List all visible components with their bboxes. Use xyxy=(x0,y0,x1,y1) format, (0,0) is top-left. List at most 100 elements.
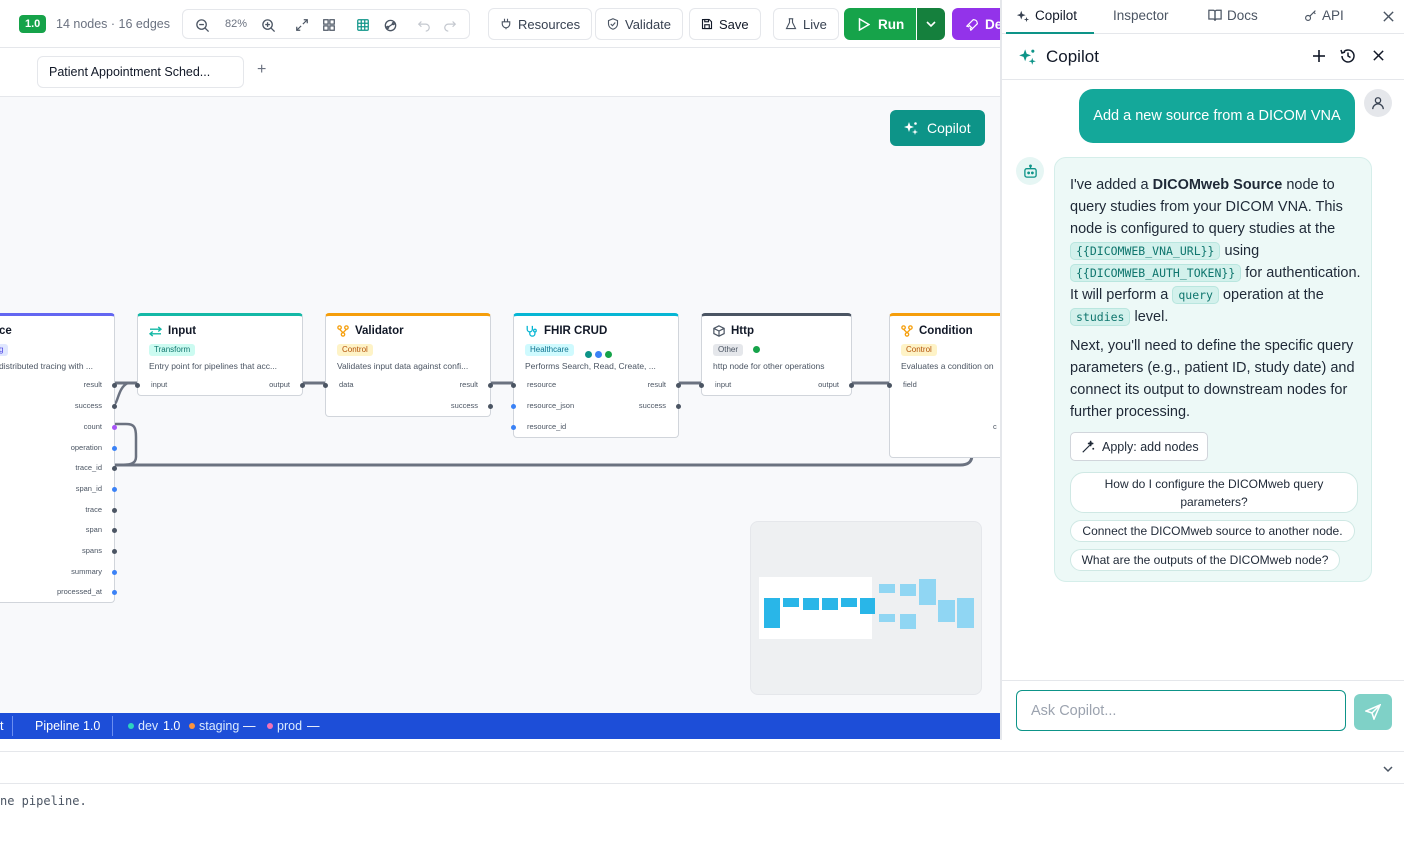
node-title-label: Http xyxy=(731,325,754,337)
send-button[interactable] xyxy=(1354,694,1392,730)
close-icon[interactable] xyxy=(1382,10,1395,23)
table-icon[interactable] xyxy=(354,16,372,34)
live-button[interactable]: Live xyxy=(773,8,839,40)
port-handle[interactable] xyxy=(112,383,117,388)
pipeline-version[interactable]: Pipeline 1.0 xyxy=(35,719,100,733)
port-handle[interactable] xyxy=(699,383,704,388)
port-handle[interactable] xyxy=(112,508,117,513)
port-label: summary xyxy=(71,567,102,576)
tab-api[interactable]: API xyxy=(1304,8,1344,23)
book-icon xyxy=(1208,9,1222,21)
port-handle[interactable] xyxy=(112,425,117,430)
port-label: field xyxy=(903,380,917,389)
status-left-text: t xyxy=(0,719,4,733)
edge[interactable] xyxy=(114,454,974,467)
node-validator[interactable]: Validator Control Validates input data a… xyxy=(323,313,493,417)
env-prod-label[interactable]: prod xyxy=(277,719,302,733)
user-avatar xyxy=(1364,89,1392,117)
live-label: Live xyxy=(803,16,827,32)
apply-add-nodes-button[interactable]: Apply: add nodes xyxy=(1070,432,1208,461)
ask-copilot-input[interactable] xyxy=(1016,690,1346,731)
suggestion-chip[interactable]: What are the outputs of the DICOMweb nod… xyxy=(1070,549,1340,571)
port-handle[interactable] xyxy=(488,404,493,409)
port-label: span xyxy=(85,525,102,534)
zoom-out-icon[interactable] xyxy=(193,16,211,34)
tab-inspector[interactable]: Inspector xyxy=(1113,8,1169,23)
node-name-emphasis: DICOMweb Source xyxy=(1152,177,1283,193)
redo-icon[interactable] xyxy=(441,16,459,34)
port-handle[interactable] xyxy=(676,383,681,388)
run-button[interactable]: Run xyxy=(844,8,916,40)
port-handle[interactable] xyxy=(488,383,493,388)
node-source[interactable]: ce g distributed tracing with ... result… xyxy=(0,313,117,603)
version-badge: 1.0 xyxy=(19,15,47,33)
port-handle[interactable] xyxy=(323,383,328,388)
validate-button[interactable]: Validate xyxy=(595,8,684,40)
edge[interactable] xyxy=(114,422,138,467)
node-fhir-crud[interactable]: FHIR CRUD Healthcare Performs Search, Re… xyxy=(511,313,681,438)
close-icon[interactable] xyxy=(1372,49,1385,62)
tab-copilot[interactable]: Copilot xyxy=(1016,8,1077,23)
save-button[interactable]: Save xyxy=(689,8,761,40)
resources-button[interactable]: Resources xyxy=(488,8,593,40)
suggestion-chip[interactable]: Connect the DICOMweb source to another n… xyxy=(1070,520,1355,542)
plus-icon[interactable] xyxy=(1312,49,1326,63)
status-dot xyxy=(753,346,760,353)
port-handle[interactable] xyxy=(112,570,117,575)
port-handle[interactable] xyxy=(511,383,516,388)
node-http[interactable]: Http Other http node for other operation… xyxy=(699,313,854,396)
node-description: http node for other operations xyxy=(713,361,825,371)
port-handle[interactable] xyxy=(112,404,117,409)
zoom-level: 82% xyxy=(225,18,248,30)
node-input[interactable]: Input Transform Entry point for pipeline… xyxy=(135,313,305,396)
send-icon xyxy=(1365,704,1381,720)
port-label: c xyxy=(993,422,997,431)
tab-label: Inspector xyxy=(1113,8,1169,23)
env-dev-label[interactable]: dev xyxy=(138,719,158,733)
port-handle[interactable] xyxy=(511,404,516,409)
port-label: input xyxy=(715,380,732,389)
tab-pipeline[interactable]: Patient Appointment Sched... xyxy=(37,56,244,88)
port-handle[interactable] xyxy=(676,404,681,409)
tab-docs[interactable]: Docs xyxy=(1208,8,1258,23)
run-options-button[interactable] xyxy=(917,8,945,40)
undo-icon[interactable] xyxy=(415,16,433,34)
port-handle[interactable] xyxy=(300,383,305,388)
zoom-in-icon[interactable] xyxy=(259,16,277,34)
port-handle[interactable] xyxy=(112,528,117,533)
layout-grid-icon[interactable] xyxy=(320,16,338,34)
node-condition[interactable]: Condition Control Evaluates a condition … xyxy=(887,313,1000,458)
port-label: processed_at xyxy=(56,587,102,596)
minimap[interactable] xyxy=(750,521,982,695)
port-handle[interactable] xyxy=(112,590,117,595)
top-toolbar: 1.0 14 nodes · 16 edges 82% Resources Va… xyxy=(0,0,1012,48)
node-description: Validates input data against confi... xyxy=(337,361,469,371)
box-icon xyxy=(713,325,725,337)
chevron-down-icon[interactable] xyxy=(1382,763,1394,775)
branch-icon xyxy=(337,325,349,337)
port-label: span_id xyxy=(75,484,102,493)
port-label: success xyxy=(638,401,666,410)
copilot-side-panel: Copilot Inspector Docs API Copilot Add a… xyxy=(1000,0,1404,740)
port-handle[interactable] xyxy=(112,549,117,554)
port-label: resource_json xyxy=(527,401,575,410)
fit-view-icon[interactable] xyxy=(293,16,311,34)
add-tab-button[interactable]: + xyxy=(257,61,266,79)
env-staging-label[interactable]: staging xyxy=(199,719,239,733)
port-handle[interactable] xyxy=(135,383,140,388)
port-handle[interactable] xyxy=(511,425,516,430)
inline-code: {{DICOMWEB_VNA_URL}} xyxy=(1070,242,1221,260)
history-icon[interactable] xyxy=(1340,48,1356,64)
node-description: Performs Search, Read, Create, ... xyxy=(525,361,656,371)
auto-layout-icon[interactable] xyxy=(381,16,399,34)
port-handle[interactable] xyxy=(112,466,117,471)
suggestion-chip[interactable]: How do I configure the DICOMweb query pa… xyxy=(1070,472,1358,513)
port-handle[interactable] xyxy=(849,383,854,388)
port-handle[interactable] xyxy=(887,383,892,388)
pipeline-canvas[interactable]: Copilot ce g distributed tracing with ..… xyxy=(0,97,1000,713)
port-label: success xyxy=(450,401,478,410)
port-handle[interactable] xyxy=(112,446,117,451)
status-dot xyxy=(605,351,612,358)
port-handle[interactable] xyxy=(112,487,117,492)
chat-thread[interactable]: Add a new source from a DICOM VNA I've a… xyxy=(1002,80,1404,680)
